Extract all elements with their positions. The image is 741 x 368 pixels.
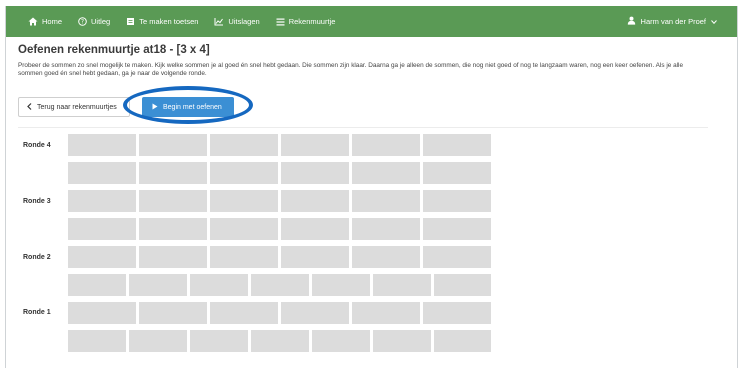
ronde-label: Ronde 4: [23, 142, 51, 149]
wall-brick[interactable]: [129, 274, 187, 296]
wall-brick[interactable]: [281, 218, 349, 240]
wall-brick[interactable]: [139, 302, 207, 324]
wall-brick[interactable]: [190, 274, 248, 296]
nav-uitleg-label: Uitleg: [91, 17, 111, 26]
wall-brick[interactable]: [423, 190, 491, 212]
page-title: Oefenen rekenmuurtje at18 - [3 x 4]: [18, 44, 210, 56]
wall-brick[interactable]: [68, 302, 136, 324]
wall-brick[interactable]: [281, 190, 349, 212]
wall-brick[interactable]: [281, 302, 349, 324]
wall-brick[interactable]: [434, 330, 491, 352]
wall-brick[interactable]: [434, 274, 491, 296]
wall-brick[interactable]: [352, 190, 420, 212]
user-name: Harm van der Proef: [640, 17, 706, 26]
wall-brick[interactable]: [423, 246, 491, 268]
wall-brick[interactable]: [373, 274, 431, 296]
wall-brick[interactable]: [139, 218, 207, 240]
nav-home-label: Home: [42, 17, 63, 26]
section-divider: [18, 127, 708, 128]
wall-brick[interactable]: [210, 134, 278, 156]
wall-brick[interactable]: [190, 330, 248, 352]
wall-brick[interactable]: [68, 274, 126, 296]
ronde-label: Ronde 2: [23, 254, 51, 261]
app-window: Home ? Uitleg Te maken toetsen Uitslagen…: [5, 6, 738, 368]
wall-brick[interactable]: [423, 134, 491, 156]
wall-brick[interactable]: [352, 302, 420, 324]
play-icon: [152, 103, 158, 112]
wall-brick[interactable]: [210, 162, 278, 184]
nav-rekenmuurtje-label: Rekenmuurtje: [288, 17, 336, 26]
svg-text:?: ?: [81, 19, 84, 26]
user-icon: [627, 16, 636, 27]
wall-brick[interactable]: [68, 330, 126, 352]
wall-brick[interactable]: [251, 330, 309, 352]
home-icon: [28, 17, 38, 26]
wall-brick[interactable]: [68, 218, 136, 240]
nav-uitleg[interactable]: ? Uitleg: [70, 6, 118, 37]
nav-rekenmuurtje[interactable]: Rekenmuurtje: [268, 6, 344, 37]
wall-brick[interactable]: [352, 134, 420, 156]
wall-brick[interactable]: [281, 246, 349, 268]
wall-brick[interactable]: [423, 162, 491, 184]
wall-brick[interactable]: [352, 162, 420, 184]
begin-button-label: Begin met oefenen: [163, 103, 222, 111]
back-to-rekenmuurtjes-button[interactable]: Terug naar rekenmuurtjes: [18, 97, 130, 117]
nav-te-maken-toetsen[interactable]: Te maken toetsen: [118, 6, 206, 37]
wall-brick[interactable]: [68, 190, 136, 212]
document-icon: [126, 17, 135, 26]
nav-uitslagen[interactable]: Uitslagen: [206, 6, 267, 37]
wall-brick[interactable]: [139, 190, 207, 212]
wall-brick[interactable]: [68, 162, 136, 184]
caret-down-icon: [711, 17, 717, 26]
page-header: Oefenen rekenmuurtje at18 - [3 x 4] Prob…: [18, 44, 718, 79]
help-circle-icon: ?: [78, 17, 87, 26]
wall-brick[interactable]: [129, 330, 187, 352]
wall-brick[interactable]: [210, 190, 278, 212]
wall-brick[interactable]: [312, 274, 370, 296]
user-menu[interactable]: Harm van der Proef: [627, 6, 717, 37]
ronde-label: Ronde 3: [23, 198, 51, 205]
wall-brick[interactable]: [352, 218, 420, 240]
wall-brick[interactable]: [251, 274, 309, 296]
chart-icon: [214, 17, 224, 26]
wall-brick[interactable]: [210, 302, 278, 324]
nav-te-maken-toetsen-label: Te maken toetsen: [139, 17, 199, 26]
wall-brick[interactable]: [373, 330, 431, 352]
wall-brick[interactable]: [210, 218, 278, 240]
wall-brick[interactable]: [210, 246, 278, 268]
menu-icon: [276, 18, 285, 26]
wall-brick[interactable]: [312, 330, 370, 352]
top-navbar: Home ? Uitleg Te maken toetsen Uitslagen…: [6, 6, 737, 37]
ronde-label: Ronde 1: [23, 309, 51, 316]
intro-text: Probeer de sommen zo snel mogelijk te ma…: [18, 62, 684, 78]
wall-brick[interactable]: [423, 302, 491, 324]
wall-brick[interactable]: [139, 246, 207, 268]
wall-brick[interactable]: [281, 162, 349, 184]
wall-brick[interactable]: [68, 134, 136, 156]
chevron-left-icon: [27, 102, 32, 112]
back-button-label: Terug naar rekenmuurtjes: [37, 103, 117, 111]
wall-brick[interactable]: [68, 246, 136, 268]
wall-brick[interactable]: [281, 134, 349, 156]
nav-home[interactable]: Home: [6, 6, 70, 37]
wall-brick[interactable]: [352, 246, 420, 268]
begin-met-oefenen-button[interactable]: Begin met oefenen: [142, 97, 234, 117]
wall-brick[interactable]: [139, 162, 207, 184]
wall-brick[interactable]: [423, 218, 491, 240]
nav-uitslagen-label: Uitslagen: [228, 17, 260, 26]
wall-brick[interactable]: [139, 134, 207, 156]
